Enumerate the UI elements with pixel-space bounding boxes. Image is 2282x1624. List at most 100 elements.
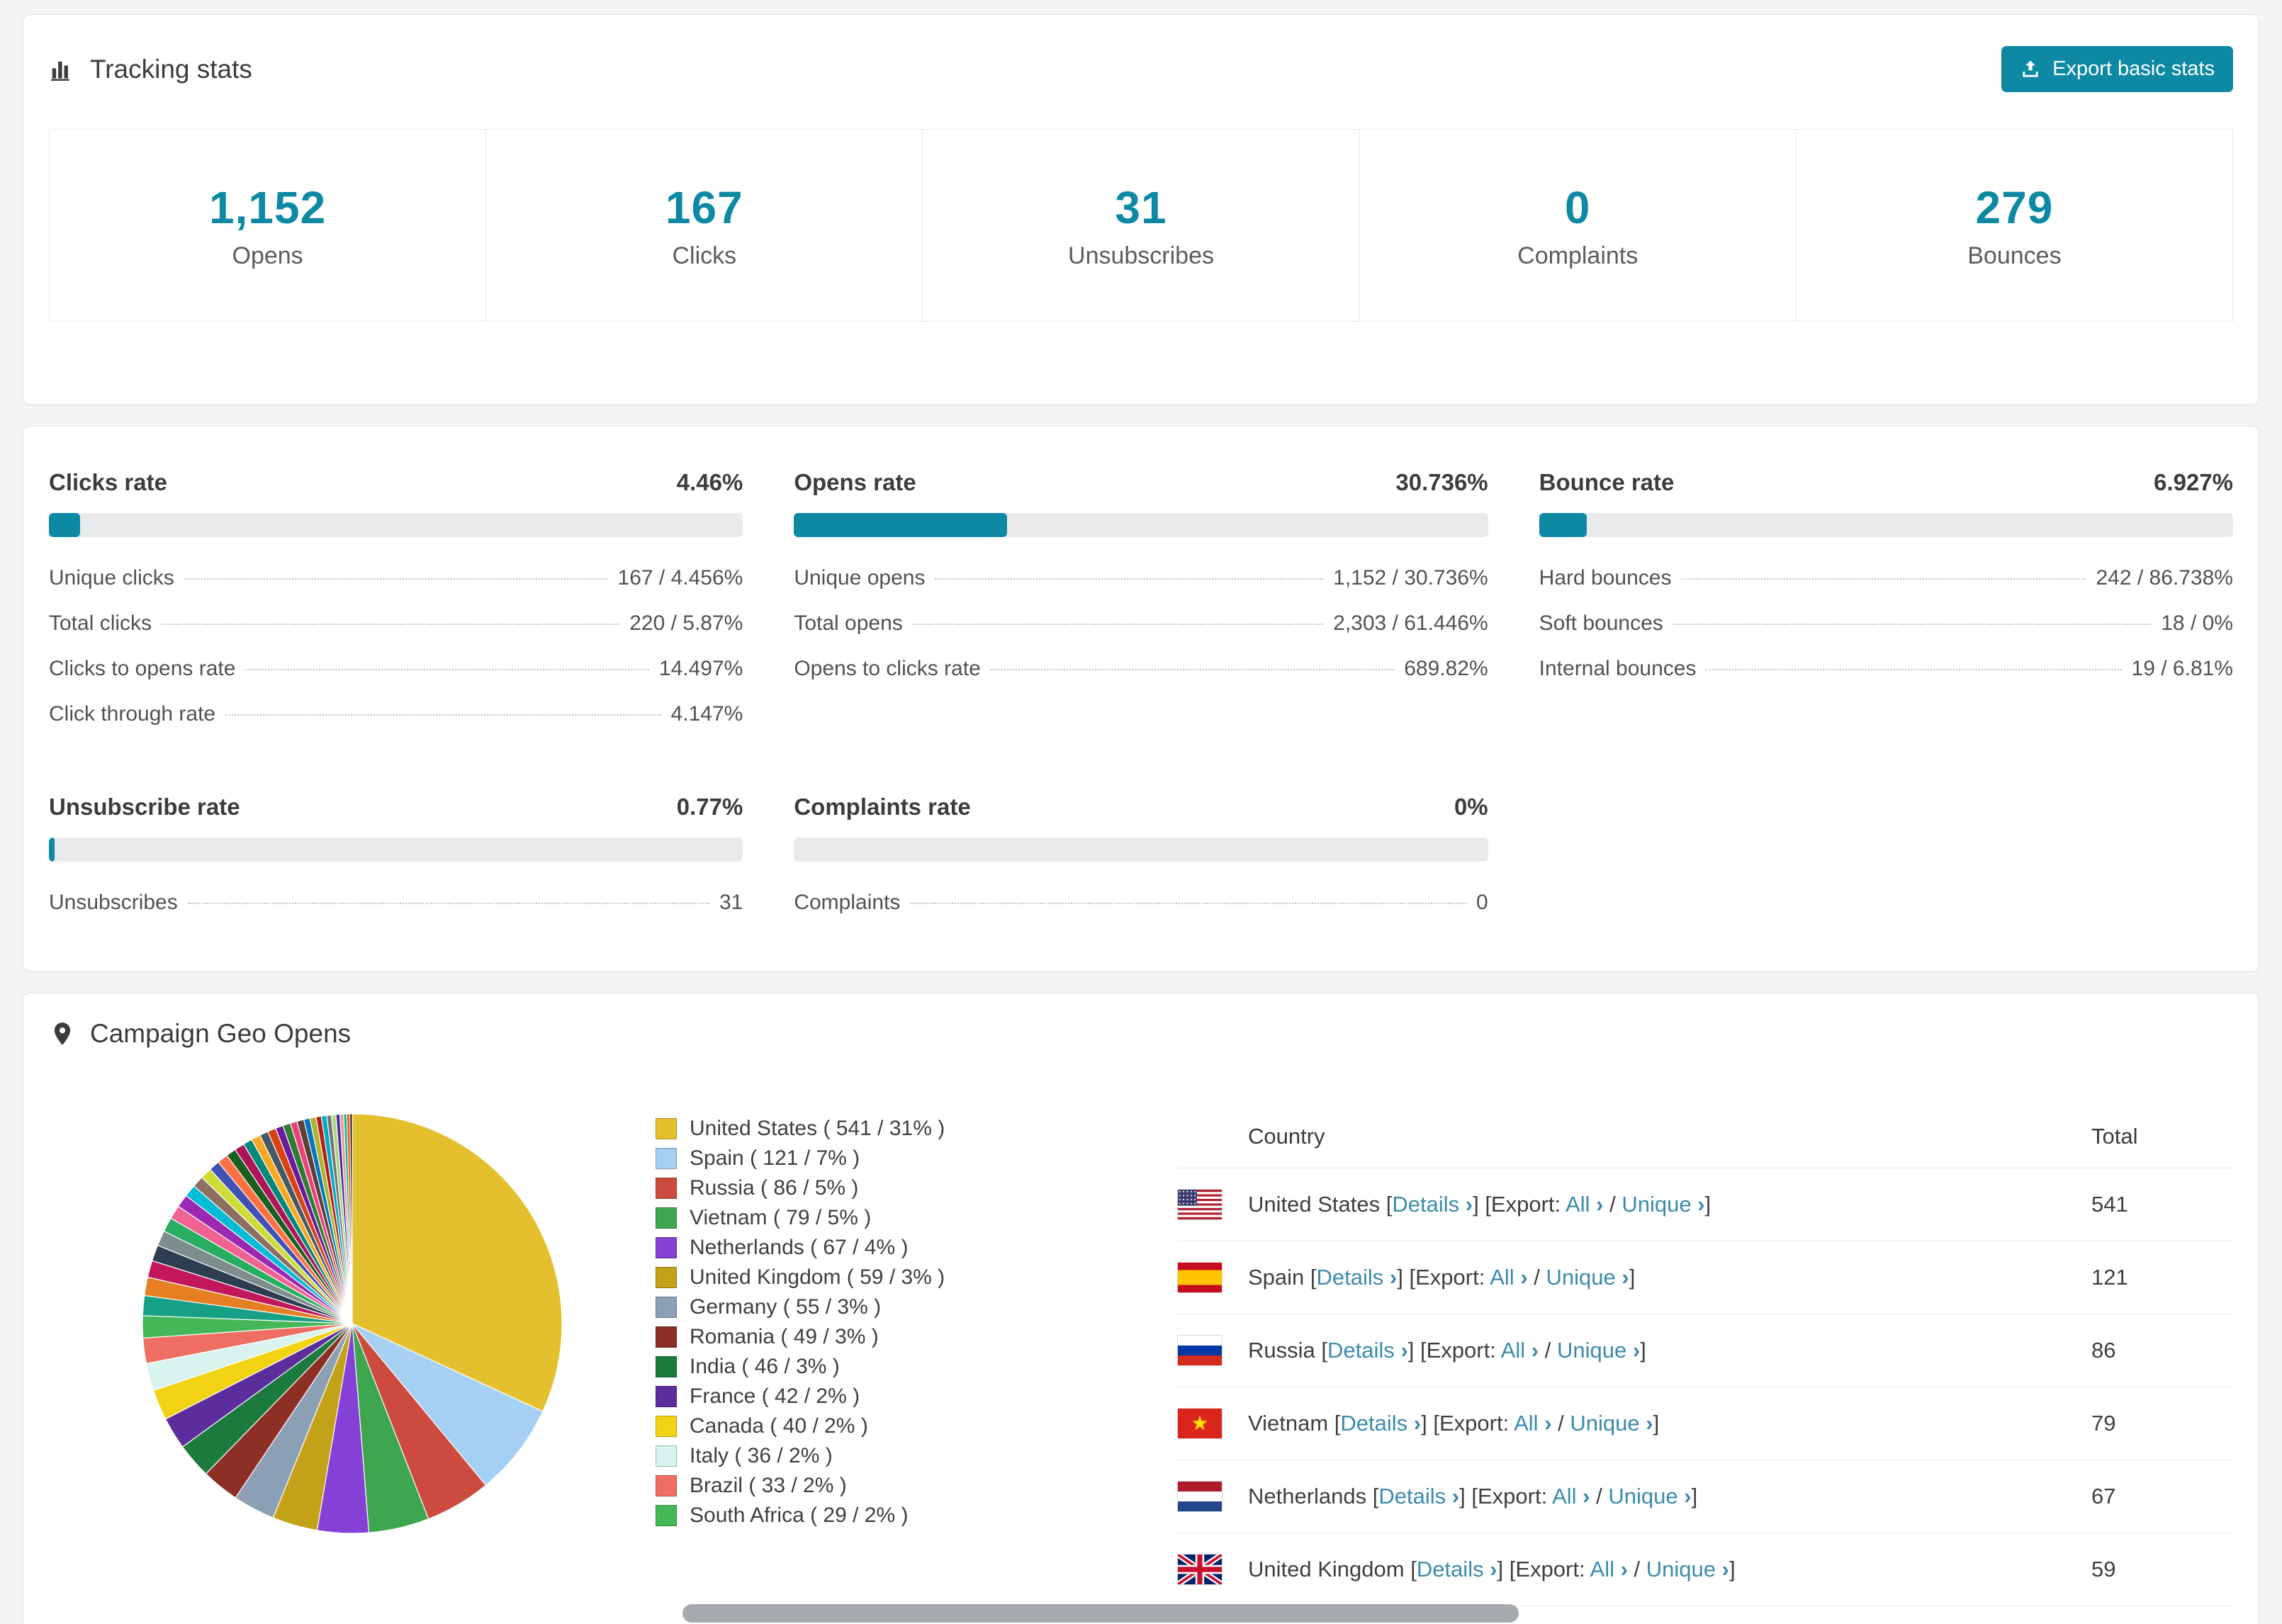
legend-item[interactable]: Romania ( 49 / 3% ) (656, 1322, 1095, 1352)
rates-card: Clicks rate 4.46% Unique clicks 167 / 4.456… (23, 426, 2259, 971)
stat-label: Opens (232, 242, 303, 269)
rate-row: Total clicks 220 / 5.87% (49, 601, 743, 646)
legend-label: Vietnam ( 79 / 5% ) (690, 1206, 872, 1229)
geo-pie-block (49, 1111, 656, 1536)
rate-block-bounce-rate: Bounce rate 6.927% Hard bounces 242 / 86.73… (1539, 469, 2233, 737)
rate-title: Bounce rate (1539, 469, 1675, 495)
rate-row: Complaints 0 (794, 880, 1488, 925)
rate-row-value: 220 / 5.87% (629, 611, 743, 635)
export-unique-link[interactable]: Unique › (1621, 1192, 1704, 1217)
legend-swatch (656, 1297, 677, 1318)
export-label: [Export: (1420, 1338, 1496, 1363)
slash: / (1558, 1411, 1564, 1436)
legend-item[interactable]: India ( 46 / 3% ) (656, 1352, 1095, 1382)
legend-label: Italy ( 36 / 2% ) (690, 1444, 833, 1467)
details-link[interactable]: Details › (1378, 1484, 1459, 1509)
country-flag (1177, 1189, 1222, 1220)
rate-percentage: 4.46% (676, 469, 743, 495)
legend-item[interactable]: United Kingdom ( 59 / 3% ) (656, 1263, 1095, 1292)
rate-block-complaints-rate: Complaints rate 0% Complaints 0 (794, 794, 1488, 925)
rate-row-label: Complaints (794, 891, 901, 914)
rate-rows: Complaints 0 (794, 880, 1488, 925)
details-link[interactable]: Details › (1340, 1411, 1421, 1436)
horizontal-scrollbar-thumb[interactable] (682, 1604, 1519, 1623)
bracket: ] (1407, 1338, 1415, 1363)
details-link[interactable]: Details › (1417, 1557, 1497, 1581)
progress-bar-fill (1539, 513, 1587, 537)
legend-item[interactable]: Vietnam ( 79 / 5% ) (656, 1203, 1095, 1233)
legend-item[interactable]: Russia ( 86 / 5% ) (656, 1173, 1095, 1203)
export-unique-link[interactable]: Unique › (1646, 1557, 1729, 1581)
legend-label: Germany ( 55 / 3% ) (690, 1295, 882, 1319)
tracking-stats-title: Tracking stats (49, 55, 252, 84)
flag-us-icon (1177, 1189, 1222, 1220)
legend-item[interactable]: Italy ( 36 / 2% ) (656, 1441, 1095, 1471)
legend-item[interactable]: South Africa ( 29 / 2% ) (656, 1501, 1095, 1530)
export-all-link[interactable]: All › (1514, 1411, 1551, 1436)
export-all-link[interactable]: All › (1590, 1557, 1628, 1581)
export-basic-stats-label: Export basic stats (2052, 57, 2215, 80)
country-cell: Vietnam [Details ›] [Export: All › / Uni… (1177, 1387, 2091, 1460)
export-all-link[interactable]: All › (1490, 1265, 1527, 1290)
legend-swatch (656, 1267, 677, 1288)
geo-pie-chart[interactable] (140, 1111, 565, 1536)
country-flag (1177, 1335, 1222, 1366)
rate-row-label: Soft bounces (1539, 611, 1663, 635)
legend-swatch (656, 1148, 677, 1169)
progress-bar-fill (794, 513, 1008, 537)
dotted-leader (990, 669, 1395, 670)
details-link[interactable]: Details › (1392, 1192, 1473, 1217)
legend-swatch (656, 1445, 677, 1467)
legend-label: United Kingdom ( 59 / 3% ) (690, 1265, 945, 1289)
details-link[interactable]: Details › (1317, 1265, 1398, 1290)
legend-item[interactable]: Spain ( 121 / 7% ) (656, 1144, 1095, 1173)
export-all-link[interactable]: All › (1566, 1192, 1603, 1217)
rate-row-label: Total opens (794, 611, 903, 635)
legend-label: Canada ( 40 / 2% ) (690, 1414, 868, 1438)
export-all-link[interactable]: All › (1501, 1338, 1539, 1363)
dotted-leader (910, 903, 1466, 904)
country-name: United Kingdom (1248, 1557, 1405, 1581)
legend-label: Romania ( 49 / 3% ) (690, 1325, 879, 1348)
export-unique-link[interactable]: Unique › (1608, 1484, 1691, 1509)
rate-rows: Hard bounces 242 / 86.738% Soft bounces 18 … (1539, 556, 2233, 692)
rate-rows: Unique opens 1,152 / 30.736% Total opens 2,… (794, 556, 1488, 692)
rate-row-label: Hard bounces (1539, 566, 1672, 590)
rate-row: Unique clicks 167 / 4.456% (49, 556, 743, 601)
stat-label: Clicks (672, 242, 737, 269)
legend-label: Brazil ( 33 / 2% ) (690, 1474, 847, 1497)
legend-item[interactable]: Netherlands ( 67 / 4% ) (656, 1233, 1095, 1263)
rate-row-label: Unsubscribes (49, 891, 178, 914)
export-unique-link[interactable]: Unique › (1546, 1265, 1629, 1290)
bracket: ] (1397, 1265, 1403, 1290)
legend-item[interactable]: France ( 42 / 2% ) (656, 1382, 1095, 1411)
legend-label: India ( 46 / 3% ) (690, 1355, 840, 1378)
details-link[interactable]: Details › (1327, 1338, 1408, 1363)
rate-percentage: 0% (1454, 794, 1488, 820)
rate-row-value: 0 (1476, 891, 1488, 914)
export-label: [Export: (1409, 1265, 1485, 1290)
export-all-link[interactable]: All › (1552, 1484, 1590, 1509)
stat-label: Unsubscribes (1068, 242, 1214, 269)
rate-row-value: 1,152 / 30.736% (1333, 566, 1488, 590)
legend-item[interactable]: Canada ( 40 / 2% ) (656, 1411, 1095, 1441)
dotted-leader (1706, 669, 2122, 670)
flag-nl-icon (1177, 1481, 1222, 1512)
legend-item[interactable]: Germany ( 55 / 3% ) (656, 1292, 1095, 1322)
geo-table-row: Spain [Details ›] [Export: All › / Uniqu… (1177, 1241, 2233, 1314)
geo-table-row: Russia [Details ›] [Export: All › / Uniq… (1177, 1314, 2233, 1387)
rate-title: Clicks rate (49, 469, 167, 495)
flag-es-icon (1177, 1262, 1222, 1293)
rate-row-label: Unique clicks (49, 566, 174, 590)
rates-grid: Clicks rate 4.46% Unique clicks 167 / 4.456… (49, 469, 2233, 925)
legend-item[interactable]: Brazil ( 33 / 2% ) (656, 1471, 1095, 1501)
export-basic-stats-button[interactable]: Export basic stats (2001, 46, 2233, 92)
rate-title: Complaints rate (794, 794, 971, 820)
geo-table-body: United States [Details ›] [Export: All ›… (1177, 1168, 2233, 1624)
legend-item[interactable]: United States ( 541 / 31% ) (656, 1114, 1095, 1144)
country-name: Netherlands (1248, 1484, 1367, 1509)
country-total: 59 (2091, 1557, 2116, 1581)
export-unique-link[interactable]: Unique › (1570, 1411, 1653, 1436)
export-unique-link[interactable]: Unique › (1557, 1338, 1640, 1363)
stat-label: Bounces (1967, 242, 2062, 269)
